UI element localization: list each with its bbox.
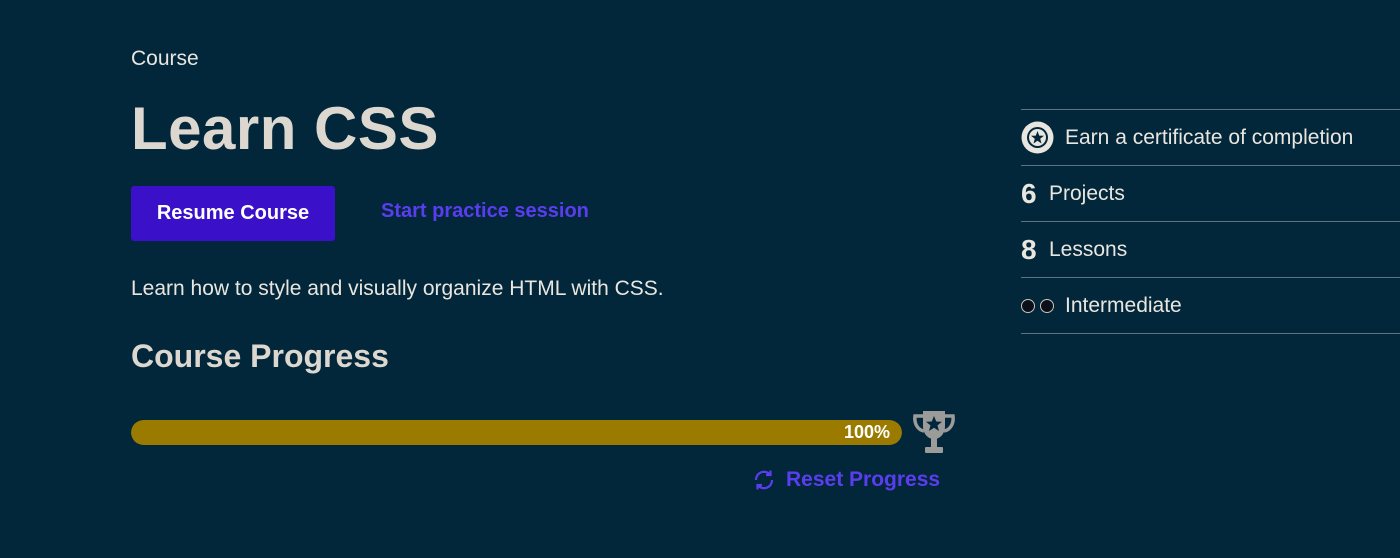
lessons-count: 8 [1021, 233, 1037, 265]
course-description: Learn how to style and visually organize… [131, 277, 664, 300]
difficulty-dot [1021, 298, 1035, 313]
lessons-item: 8 Lessons [1021, 222, 1400, 278]
difficulty-dot [1040, 298, 1054, 313]
difficulty-item: Intermediate [1021, 278, 1400, 334]
course-eyebrow: Course [131, 47, 199, 70]
refresh-icon [754, 470, 774, 490]
projects-count: 6 [1021, 177, 1037, 209]
reset-progress-button[interactable]: Reset Progress [752, 468, 940, 492]
projects-label: Projects [1049, 181, 1125, 205]
progress-bar: 100% [131, 420, 902, 445]
difficulty-dots-icon [1021, 298, 1054, 313]
certificate-star-icon [1021, 121, 1054, 154]
course-progress-heading: Course Progress [131, 338, 389, 374]
page-title: Learn CSS [131, 95, 439, 162]
course-details-list: Earn a certificate of completion 6 Proje… [1021, 109, 1400, 334]
difficulty-label: Intermediate [1065, 293, 1182, 317]
certificate-label: Earn a certificate of completion [1065, 125, 1354, 149]
progress-bar-fill: 100% [131, 420, 902, 445]
reset-progress-label: Reset Progress [786, 468, 941, 491]
start-practice-session-link[interactable]: Start practice session [381, 200, 589, 223]
lessons-label: Lessons [1049, 237, 1128, 261]
resume-course-button[interactable]: Resume Course [131, 186, 335, 241]
certificate-item: Earn a certificate of completion [1021, 110, 1400, 166]
progress-percent-label: 100% [843, 422, 890, 442]
projects-item: 6 Projects [1021, 166, 1400, 222]
trophy-icon [913, 411, 955, 453]
